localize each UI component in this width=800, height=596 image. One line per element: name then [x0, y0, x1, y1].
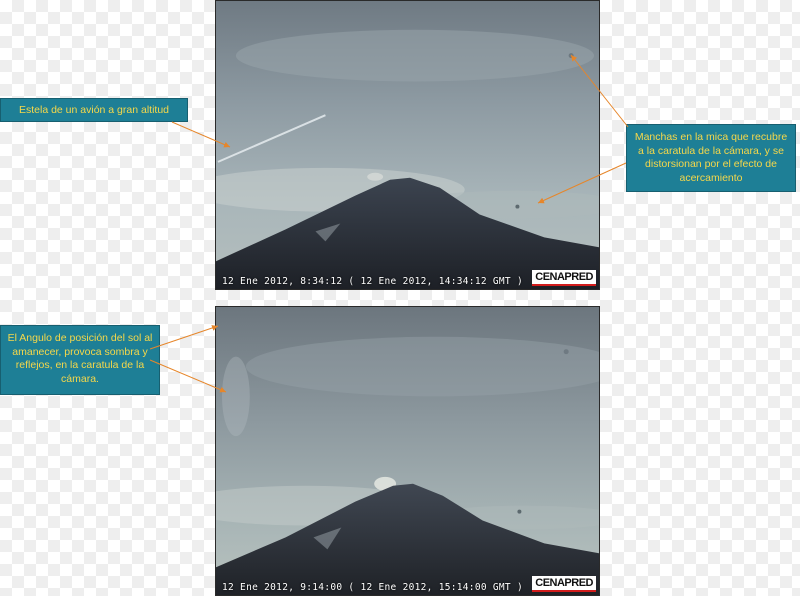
volcano-image-bottom — [216, 307, 599, 595]
cenapred-logo: CENAPRED — [532, 270, 596, 286]
annotation-lens-spots: Manchas en la mica que recubre a la cara… — [626, 124, 796, 192]
arrow-sun-upper — [149, 325, 219, 350]
timestamp: 12 Ene 2012, 8:34:12 ( 12 Ene 2012, 14:3… — [222, 276, 523, 287]
annotation-sun-angle: El Angulo de posición del sol al amanece… — [0, 325, 160, 395]
volcano-image-top — [216, 1, 599, 289]
timestamp: 12 Ene 2012, 9:14:00 ( 12 Ene 2012, 15:1… — [222, 582, 523, 593]
cenapred-logo: CENAPRED — [532, 576, 596, 592]
annotation-contrail: Estela de un avión a gran altitud — [0, 98, 188, 122]
webcam-frame-top: 12 Ene 2012, 8:34:12 ( 12 Ene 2012, 14:3… — [215, 0, 600, 290]
webcam-frame-bottom: 12 Ene 2012, 9:14:00 ( 12 Ene 2012, 15:1… — [215, 306, 600, 596]
